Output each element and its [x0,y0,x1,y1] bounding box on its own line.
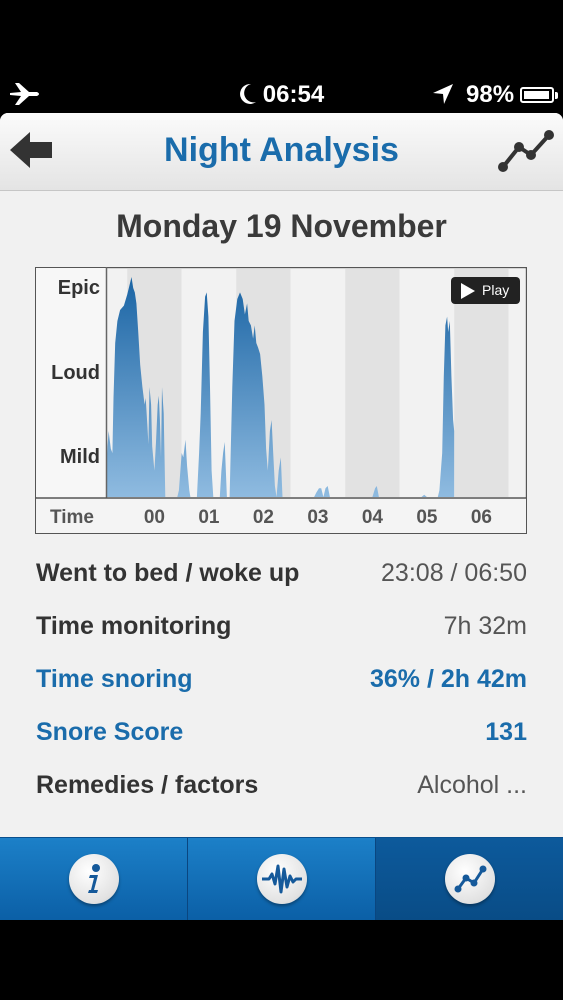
trend-chart-icon [444,854,495,904]
stat-label: Remedies / factors [36,771,259,799]
hour-band [345,269,400,497]
trend-chart-icon[interactable] [497,127,555,175]
x-tick-label: 02 [253,507,274,528]
x-tick-label: 06 [471,507,492,528]
snore-chart: Epic Loud Mild Time 00 01 02 03 04 05 06 [35,267,527,534]
stat-value: 7h 32m [443,612,527,640]
waveform-icon [256,854,307,904]
location-arrow-icon [433,84,453,104]
stat-row-bed: Went to bed / woke up 23:08 / 06:50 [0,553,563,593]
tab-recording[interactable] [188,838,375,920]
status-time: 06:54 [262,81,325,108]
x-tick-label: 01 [198,507,220,528]
stat-value: 36% / 2h 42m [369,665,527,693]
battery-icon [520,87,554,103]
play-icon [461,283,475,299]
tab-analysis[interactable] [376,838,563,920]
stat-row-score[interactable]: Snore Score 131 [0,712,563,752]
hour-band [290,269,346,497]
y-level-label: Mild [60,446,100,468]
play-label: Play [482,282,510,298]
stat-label: Time snoring [36,665,193,693]
x-axis-label: Time [50,507,94,528]
battery-percent: 98% [466,81,515,108]
battery-nub [555,92,558,99]
play-button[interactable]: Play [451,277,520,304]
stat-row-monitoring: Time monitoring 7h 32m [0,606,563,646]
x-tick-label: 04 [362,507,384,528]
tab-bar [0,837,563,920]
analysis-date: Monday 19 November [116,208,447,244]
tab-info[interactable] [0,838,187,920]
moon-icon [239,83,256,104]
stat-value: 23:08 / 06:50 [381,559,527,587]
nav-bar: Night Analysis [0,113,563,191]
x-label-panel [36,498,526,533]
battery-level [524,91,550,99]
stat-label: Went to bed / woke up [36,559,300,587]
x-tick-label: 03 [307,507,328,528]
stat-row-snoring[interactable]: Time snoring 36% / 2h 42m [0,659,563,699]
page-title: Night Analysis [164,131,399,169]
stat-label: Time monitoring [36,612,232,640]
stat-value: Alcohol ... [417,771,527,799]
y-level-label: Epic [58,277,100,299]
stat-value: 131 [485,718,527,746]
stat-row-remedies[interactable]: Remedies / factors Alcohol ... [0,765,563,805]
y-level-label: Loud [51,362,100,384]
stat-label: Snore Score [36,718,184,746]
x-tick-label: 05 [416,507,438,528]
app-screen: Night Analysis Monday 19 November Epic Lo… [0,113,563,920]
status-bar: 06:54 98% [0,73,563,115]
x-tick-label: 00 [144,507,165,528]
info-icon [68,854,119,904]
